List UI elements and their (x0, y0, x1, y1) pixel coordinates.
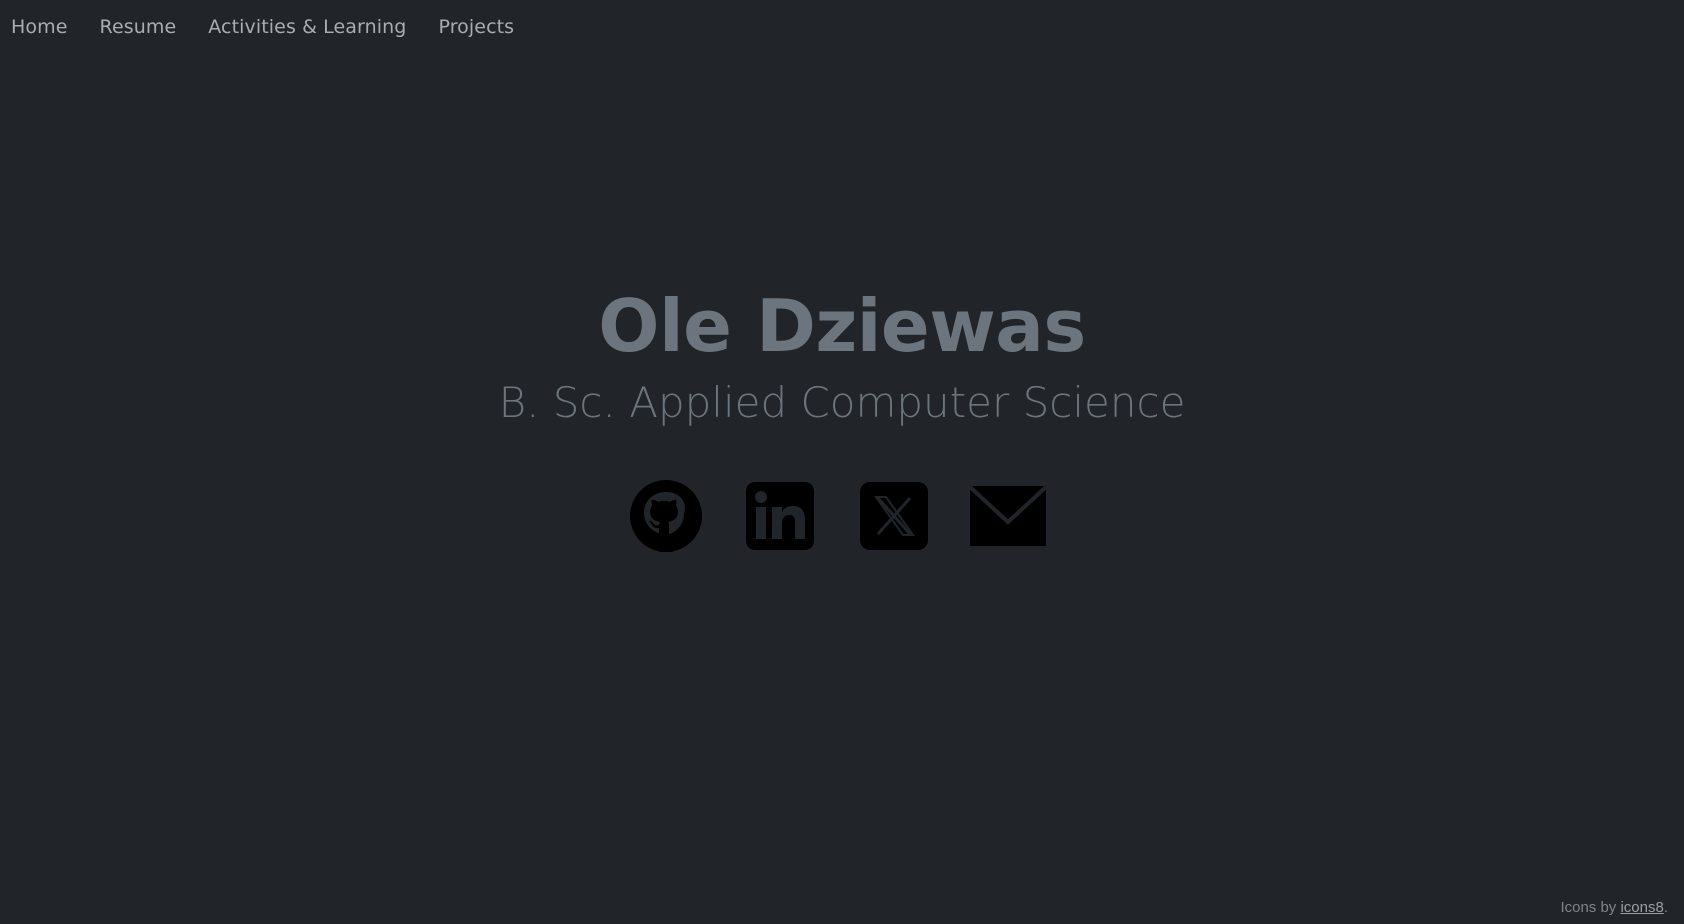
social-links (0, 478, 1684, 554)
hero: Ole Dziewas B. Sc. Applied Computer Scie… (0, 290, 1684, 424)
github-link[interactable] (628, 478, 704, 554)
top-nav: Home Resume Activities & Learning Projec… (0, 0, 514, 54)
nav-resume-link[interactable]: Resume (100, 16, 177, 38)
nav-home-link[interactable]: Home (11, 16, 68, 38)
profile-subtitle: B. Sc. Applied Computer Science (498, 378, 1186, 427)
nav-projects-link[interactable]: Projects (438, 16, 514, 38)
credit-prefix: Icons by (1560, 899, 1621, 916)
icons-credit: Icons by icons8. (1560, 899, 1668, 916)
profile-name: Ole Dziewas (598, 284, 1086, 368)
linkedin-icon (746, 482, 814, 550)
linkedin-link[interactable] (742, 478, 818, 554)
nav-activities-learning-link[interactable]: Activities & Learning (208, 16, 406, 38)
icons8-link[interactable]: icons8 (1620, 899, 1663, 916)
github-icon (630, 480, 702, 552)
x-icon (860, 482, 928, 550)
x-link[interactable] (856, 478, 932, 554)
mail-link[interactable] (970, 478, 1046, 554)
credit-suffix: . (1663, 899, 1668, 916)
mail-icon (970, 485, 1046, 546)
